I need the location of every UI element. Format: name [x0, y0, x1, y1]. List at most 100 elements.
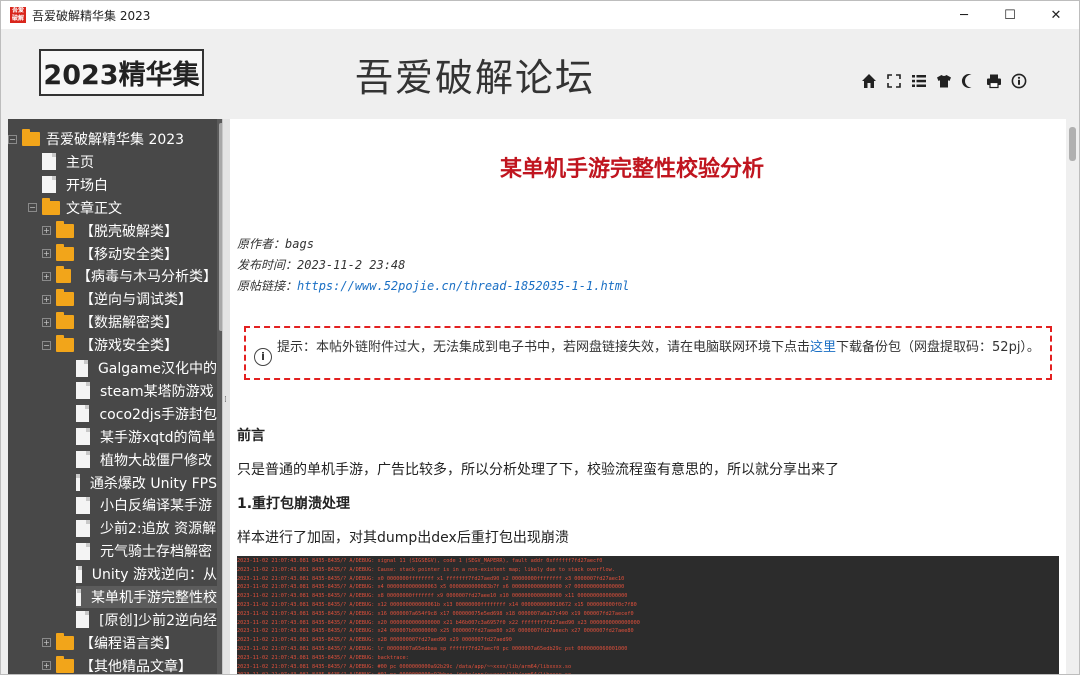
tree-expander-icon[interactable]: +: [42, 271, 51, 281]
tree-page-item[interactable]: 某单机手游完整性校: [76, 586, 217, 608]
tree-expander-icon[interactable]: −: [28, 203, 37, 213]
crash-log-image: 2023-11-02 21:07:43.081 8435-8435/? A/DE…: [237, 556, 1059, 674]
log-line: 2023-11-02 21:07:43.081 8435-8435/? A/DE…: [237, 566, 615, 573]
page-icon: [76, 519, 90, 537]
tree-folder-item[interactable]: − 文章正文: [28, 197, 217, 219]
log-line: 2023-11-02 21:07:43.081 8435-8435/? A/DE…: [237, 619, 640, 626]
tree-item-label: Unity 游戏逆向：从: [91, 567, 217, 584]
log-line: 2023-11-02 21:07:43.081 8435-8435/? A/DE…: [237, 558, 603, 564]
tree-expander-icon[interactable]: −: [42, 340, 51, 350]
tree-page-item[interactable]: 小白反编译某手游: [76, 494, 217, 516]
tree-item-label: 【编程语言类】: [80, 635, 178, 652]
tree-item-label: 【脱壳破解类】: [80, 223, 178, 240]
tree-folder-item[interactable]: + 【编程语言类】: [42, 632, 217, 654]
folder-icon: [56, 312, 74, 330]
folder-icon: [56, 289, 74, 307]
tree-item-label: steam某塔防游戏: [100, 383, 214, 400]
tree-page-item[interactable]: Galgame汉化中的: [76, 357, 217, 379]
tree-expander-icon[interactable]: +: [42, 317, 51, 327]
tree-item-label: 主页: [66, 154, 94, 171]
author-value: bags: [285, 237, 314, 251]
tree-folder-item[interactable]: + 【病毒与木马分析类】: [42, 265, 217, 287]
tree-page-item[interactable]: 某手游xqtd的简单: [76, 426, 217, 448]
source-link[interactable]: https://www.52pojie.cn/thread-1852035-1-…: [297, 279, 629, 293]
tree-item-label: 【病毒与木马分析类】: [77, 269, 217, 286]
folder-icon: [56, 220, 74, 238]
link-label: 原帖链接：: [237, 279, 298, 293]
close-button[interactable]: ✕: [1033, 1, 1079, 29]
moon-icon[interactable]: [961, 72, 977, 90]
log-line: 2023-11-02 21:07:43.081 8435-8435/? A/DE…: [237, 654, 409, 661]
title-bar[interactable]: 吾爱 破解 吾爱破解精华集 2023 ─ ☐ ✕: [1, 1, 1079, 29]
pane-splitter[interactable]: ⁞: [222, 119, 230, 674]
folder-icon: [56, 335, 74, 353]
tree-folder-item[interactable]: + 【移动安全类】: [42, 243, 217, 265]
tree-expander-icon[interactable]: +: [42, 226, 51, 236]
folder-icon: [22, 129, 40, 146]
tree-expander-icon[interactable]: +: [42, 294, 51, 304]
tree-expander-icon[interactable]: +: [42, 249, 51, 258]
tree-page-item[interactable]: 通杀爆改 Unity FPS: [75, 472, 217, 494]
tree-page-item[interactable]: 开场白: [42, 174, 217, 196]
tree-item-label: 某单机手游完整性校: [91, 590, 217, 606]
page-icon: [76, 451, 90, 469]
log-line: 2023-11-02 21:07:43.081 8435-8435/? A/DE…: [237, 610, 634, 617]
content-scrollbar[interactable]: [1066, 119, 1079, 674]
tree-item-label: 通杀爆改 Unity FPS: [89, 475, 217, 492]
page-icon: [76, 382, 90, 400]
tree-folder-item[interactable]: + 【逆向与调试类】: [42, 288, 217, 310]
tree-folder-item[interactable]: + 【脱壳破解类】: [42, 220, 217, 242]
tree-expander-icon[interactable]: −: [8, 134, 17, 144]
tree-folder-item[interactable]: − 【游戏安全类】: [42, 334, 217, 356]
sidebar-tree[interactable]: − 吾爱破解精华集 2023 主页 开场白 − 文章正文 + 【脱壳破解类】 + 【移动安全类】 +…: [8, 119, 222, 675]
print-icon[interactable]: [986, 72, 1002, 90]
tree-folder-item[interactable]: + 【数据解密类】: [42, 311, 217, 333]
author-label: 原作者：: [237, 237, 286, 251]
tree-item-label: 开场白: [66, 177, 108, 194]
tree-page-item[interactable]: steam某塔防游戏: [76, 380, 217, 402]
tree-expander-icon[interactable]: +: [42, 661, 51, 671]
tree-item-label: [原创]少前2逆向经: [99, 612, 217, 629]
home-icon[interactable]: [861, 72, 877, 90]
tree-page-item[interactable]: 元气骑士存档解密: [76, 540, 217, 562]
tree-item-label: coco2djs手游封包: [99, 406, 217, 423]
log-line: 2023-11-02 21:07:43.081 8435-8435/? A/DE…: [237, 601, 637, 608]
tree-item-label: 某手游xqtd的简单: [100, 429, 216, 446]
tree-item-label: 植物大战僵尸修改: [100, 452, 212, 469]
content-scroll-thumb[interactable]: [1069, 127, 1076, 161]
tree-folder-item[interactable]: − 吾爱破解精华集 2023: [8, 128, 217, 150]
folder-icon: [56, 243, 74, 261]
log-line: 2023-11-02 21:07:43.081 8435-8435/? A/DE…: [237, 645, 628, 652]
site-title: 吾爱破解论坛: [355, 56, 596, 100]
tree-item-label: 小白反编译某手游: [100, 498, 212, 515]
meta-link: 原帖链接：https://www.52pojie.cn/thread-18520…: [237, 277, 629, 294]
logo[interactable]: 2023精华集: [39, 49, 204, 96]
notice-after: 下载备份包（网盘提取码：52pj）。: [836, 340, 1040, 355]
tree-page-item[interactable]: [原创]少前2逆向经: [76, 609, 217, 631]
paragraph-intro: 只是普通的单机手游，广告比较多，所以分析处理了下，校验流程蛮有意思的，所以就分享…: [237, 462, 839, 478]
log-line: 2023-11-02 21:07:43.081 8435-8435/? A/DE…: [237, 663, 572, 670]
tree-item-label: 【数据解密类】: [80, 315, 178, 332]
tree-page-item[interactable]: 植物大战僵尸修改: [76, 449, 217, 471]
notice-link[interactable]: 这里: [810, 340, 836, 355]
shirt-icon[interactable]: [936, 72, 952, 90]
tree-page-item[interactable]: Unity 游戏逆向：从: [76, 563, 217, 585]
tree-item-label: 吾爱破解精华集 2023: [46, 132, 185, 148]
tree-item-label: 【其他精品文章】: [80, 658, 192, 675]
log-line: 2023-11-02 21:07:43.081 8435-8435/? A/DE…: [237, 628, 634, 635]
splitter-grip-icon[interactable]: ⁞: [224, 395, 227, 405]
time-label: 发布时间：: [237, 258, 298, 272]
fullscreen-icon[interactable]: [886, 72, 902, 90]
tree-page-item[interactable]: coco2djs手游封包: [76, 403, 217, 425]
tree-page-item[interactable]: 主页: [42, 151, 217, 173]
section-heading-repack: 1.重打包崩溃处理: [237, 496, 351, 512]
maximize-button[interactable]: ☐: [987, 1, 1033, 29]
minimize-button[interactable]: ─: [941, 1, 987, 29]
tree-page-item[interactable]: 少前2:追放 资源解: [76, 517, 217, 539]
meta-author: 原作者：bags: [237, 235, 314, 252]
info-icon[interactable]: [1011, 72, 1027, 90]
time-value: 2023-11-2 23:48: [297, 258, 406, 272]
list-icon[interactable]: [911, 72, 927, 90]
tree-expander-icon[interactable]: +: [42, 638, 51, 648]
tree-folder-item[interactable]: + 【其他精品文章】: [42, 655, 217, 675]
